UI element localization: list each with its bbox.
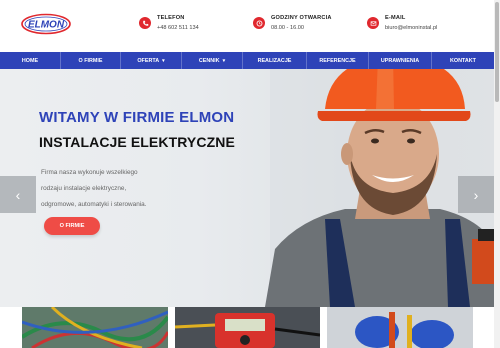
description-line: rodzaju instalacje elektryczne, bbox=[41, 185, 127, 192]
tools-photo bbox=[327, 307, 473, 348]
description-line: odgromowe, automatyki i sterowania. bbox=[41, 201, 147, 208]
nav-item-oferta[interactable]: OFERTA ▾ bbox=[121, 52, 182, 69]
multimeter-photo bbox=[175, 307, 320, 348]
gallery-strip bbox=[0, 307, 494, 348]
opening-hours: 08.00 - 16.00 bbox=[271, 25, 304, 31]
nav-item-realizacje[interactable]: REALIZACJE bbox=[243, 52, 307, 69]
gallery-image-meter[interactable] bbox=[175, 307, 320, 348]
nav-label: REALIZACJE bbox=[257, 57, 292, 64]
gallery-image-tools[interactable] bbox=[327, 307, 473, 348]
hero-slider: WITAMY W FIRMIE ELMON INSTALACJE ELEKTRY… bbox=[0, 69, 494, 307]
top-header: ELMON TELEFON +48 602 511 134 GODZINY OT… bbox=[0, 0, 494, 52]
contact-label: TELEFON bbox=[157, 15, 185, 21]
main-navigation: HOME O FIRMIE OFERTA ▾ CENNIK ▾ REALIZACJE… bbox=[0, 52, 494, 69]
contact-hours: GODZINY OTWARCIA 08.00 - 16.00 bbox=[253, 15, 332, 31]
nav-label: KONTAKT bbox=[450, 57, 476, 64]
description-line: Firma nasza wykonuje wszelkiego bbox=[41, 169, 138, 176]
nav-label: UPRAWNIENIA bbox=[380, 57, 420, 64]
elmon-logo[interactable]: ELMON bbox=[21, 13, 71, 35]
nav-label: REFERENCJE bbox=[319, 57, 356, 64]
svg-text:ELMON: ELMON bbox=[28, 20, 65, 31]
slider-prev-arrow[interactable]: ‹ bbox=[0, 176, 36, 213]
scrollbar-thumb[interactable] bbox=[495, 2, 499, 102]
contact-email: E-MAIL biuro@elmoninstal.pl bbox=[367, 15, 437, 31]
nav-item-kontakt[interactable]: KONTAKT bbox=[432, 52, 494, 69]
clock-icon bbox=[253, 17, 265, 29]
contact-label: GODZINY OTWARCIA bbox=[271, 15, 332, 21]
nav-item-cennik[interactable]: CENNIK ▾ bbox=[182, 52, 243, 69]
nav-label: OFERTA bbox=[137, 57, 160, 64]
hero-description: Firma nasza wykonuje wszelkiego rodzaju … bbox=[41, 165, 181, 213]
nav-item-referencje[interactable]: REFERENCJE bbox=[307, 52, 369, 69]
gallery-image-wires[interactable] bbox=[22, 307, 168, 348]
nav-label: O FIRMIE bbox=[78, 57, 103, 64]
nav-item-home[interactable]: HOME bbox=[0, 52, 61, 69]
nav-label: CENNIK bbox=[198, 57, 220, 64]
wires-photo bbox=[22, 307, 168, 348]
chevron-right-icon: › bbox=[473, 186, 479, 203]
hero-title: WITAMY W FIRMIE ELMON bbox=[39, 109, 235, 126]
email-address[interactable]: biuro@elmoninstal.pl bbox=[385, 25, 437, 31]
logo-graphic: ELMON bbox=[21, 13, 71, 35]
chevron-left-icon: ‹ bbox=[15, 186, 21, 203]
page-scrollbar[interactable] bbox=[494, 0, 500, 348]
nav-label: HOME bbox=[21, 57, 39, 64]
chevron-down-icon: ▾ bbox=[162, 57, 165, 64]
chevron-down-icon: ▾ bbox=[222, 57, 226, 64]
nav-item-o-firmie[interactable]: O FIRMIE bbox=[61, 52, 121, 69]
slider-next-arrow[interactable]: › bbox=[458, 176, 494, 213]
phone-number[interactable]: +48 602 511 134 bbox=[157, 25, 199, 31]
envelope-icon bbox=[367, 17, 379, 29]
phone-icon bbox=[139, 17, 151, 29]
nav-item-uprawnienia[interactable]: UPRAWNIENIA bbox=[369, 52, 432, 69]
contact-label: E-MAIL bbox=[385, 15, 406, 21]
hero-subtitle: INSTALACJE ELEKTRYCZNE bbox=[39, 134, 235, 150]
contact-phone: TELEFON +48 602 511 134 bbox=[139, 15, 199, 31]
o-firmie-button[interactable]: O FIRMIE bbox=[44, 217, 100, 235]
